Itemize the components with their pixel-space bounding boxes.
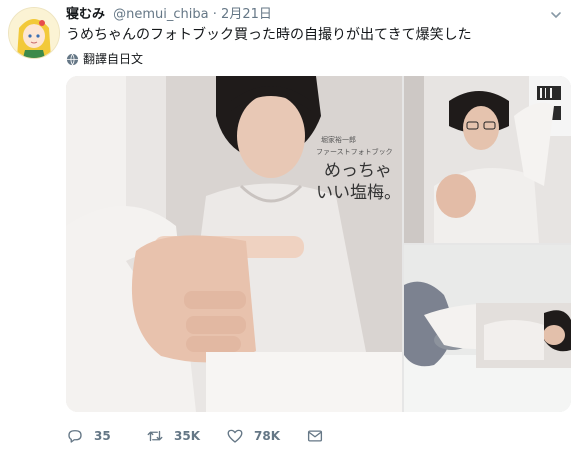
photo-top-right-image [404,76,571,243]
separator-dot: · [212,7,217,22]
tweet-actions: 35 35K 78K [66,424,324,448]
reply-icon [68,430,82,443]
avatar-illustration [9,8,59,58]
chevron-down-icon[interactable] [550,9,562,21]
translate-link[interactable]: 翻譯自日文 [66,51,143,67]
direct-message-button[interactable] [306,427,324,445]
retweet-count: 35K [174,429,200,443]
cover-subtitle: ファーストフォトブック [316,147,393,156]
heart-icon [227,429,243,443]
tweet-text: うめちゃんのフォトブック買った時の自撮りが出てきて爆笑した [66,27,472,43]
photo-bottom-right[interactable] [404,245,571,412]
photo-main-image: 堀家裕一郎 ファーストフォトブック めっちゃ いい塩梅。 [66,76,402,412]
globe-icon [66,53,79,65]
tweet-media[interactable]: 堀家裕一郎 ファーストフォトブック めっちゃ いい塩梅。 [66,76,571,412]
reply-button[interactable]: 35 [66,427,146,445]
display-name[interactable]: 寝むみ [66,7,105,22]
reply-count: 35 [94,429,111,443]
retweet-icon [147,430,163,442]
tweet-date[interactable]: 2月21日 [221,7,272,22]
translate-label: 翻譯自日文 [83,52,144,66]
envelope-icon [307,430,323,442]
photo-bottom-right-image [404,245,571,412]
cover-title-line2: いい塩梅。 [316,183,401,203]
cover-title-line1: めっちゃ [324,161,392,181]
retweet-button[interactable]: 35K [146,427,226,445]
tweet-header: 寝むみ @nemui_chiba · 2月21日 [66,6,566,24]
user-handle[interactable]: @nemui_chiba [113,7,208,22]
avatar[interactable] [8,7,60,59]
cover-author: 堀家裕一郎 [321,135,356,144]
like-button[interactable]: 78K [226,427,306,445]
photo-top-right[interactable] [404,76,571,243]
photo-main[interactable]: 堀家裕一郎 ファーストフォトブック めっちゃ いい塩梅。 [66,76,402,412]
like-count: 78K [254,429,280,443]
